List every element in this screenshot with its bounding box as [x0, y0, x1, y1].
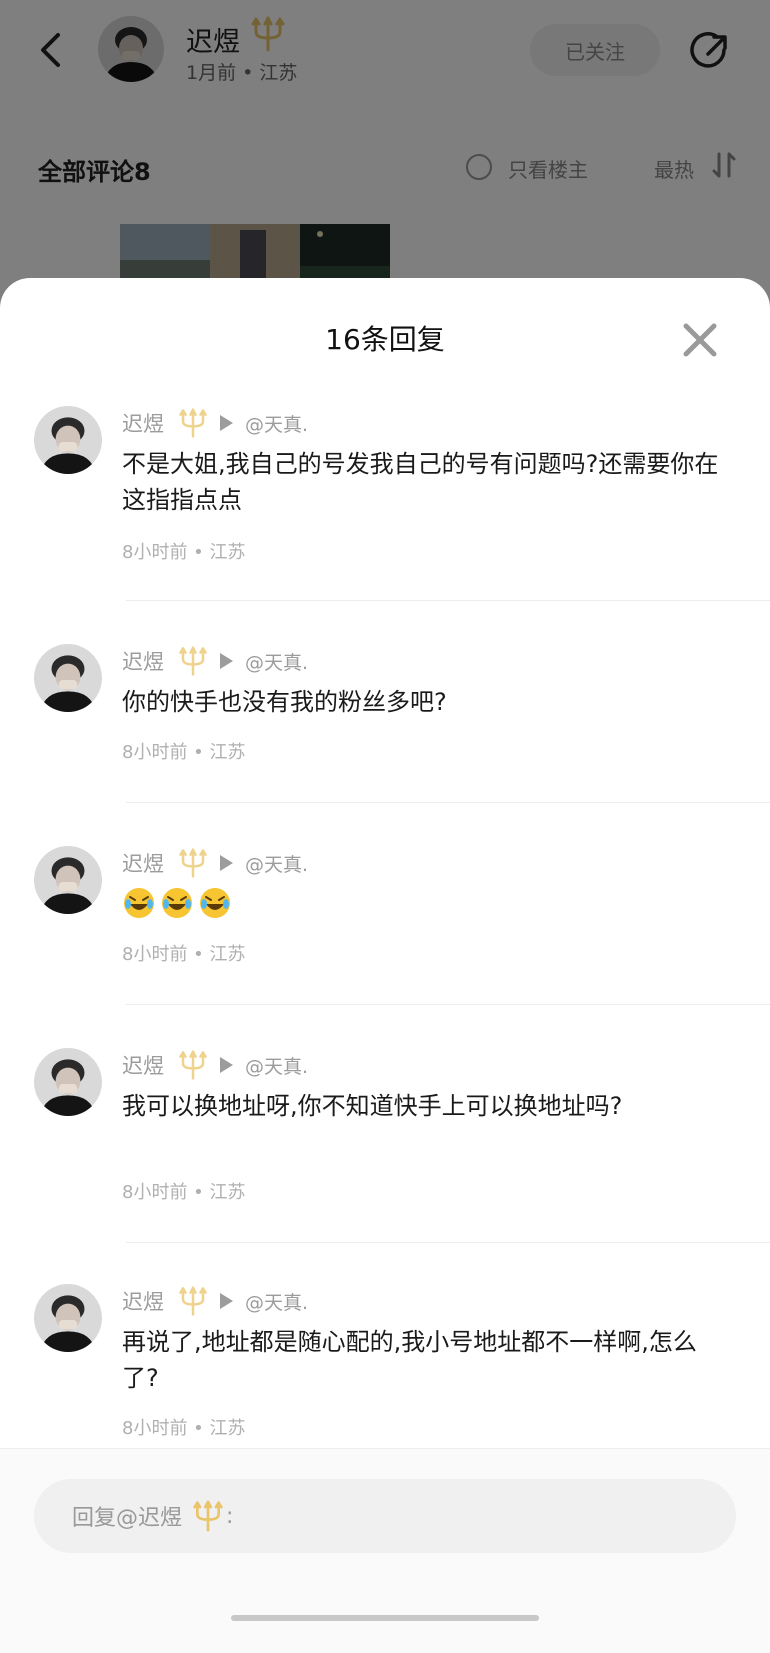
reply-target[interactable]: @天真. — [245, 850, 308, 877]
avatar[interactable] — [34, 406, 102, 474]
reply-header: 迟煜 @天真. — [122, 646, 308, 676]
reply-time-location: 8小时前 • 江苏 — [122, 1182, 246, 1203]
reply-target[interactable]: @天真. — [245, 410, 308, 437]
reply-text: 再说了,地址都是随心配的,我小号地址都不一样啊,怎么了? — [122, 1328, 697, 1392]
trident-badge-icon — [193, 1500, 223, 1532]
reply-username[interactable]: 迟煜 — [122, 408, 164, 438]
avatar[interactable] — [34, 1284, 102, 1352]
reply-emoji-row — [122, 886, 722, 920]
sheet-title: 16条回复 — [325, 323, 445, 356]
reply-text: 不是大姐,我自己的号发我自己的号有问题吗?还需要你在这指指点点 — [122, 450, 719, 514]
reply-item[interactable]: 迟煜 @天真. 不是大姐,我自己的号发我自己的号有问题吗?还需要你在这指指点点 … — [0, 404, 770, 602]
divider — [126, 802, 770, 803]
reply-username[interactable]: 迟煜 — [122, 646, 164, 676]
trident-badge-icon — [179, 1286, 207, 1316]
reply-arrow-icon — [220, 1293, 233, 1309]
reply-item[interactable]: 迟煜 @天真. 你的快手也没有我的粉丝多吧? 8小时前 • 江苏 — [0, 644, 770, 856]
reply-input-bar: 回复@迟煜 : — [0, 1448, 770, 1653]
laughing-crying-emoji-icon — [162, 888, 192, 918]
laughing-crying-emoji-icon — [200, 888, 230, 918]
reply-header: 迟煜 @天真. — [122, 1286, 308, 1316]
reply-arrow-icon — [220, 653, 233, 669]
close-icon[interactable] — [682, 322, 718, 358]
divider — [126, 1242, 770, 1243]
reply-username[interactable]: 迟煜 — [122, 848, 164, 878]
trident-badge-icon — [179, 1050, 207, 1080]
reply-target[interactable]: @天真. — [245, 1052, 308, 1079]
divider — [126, 600, 770, 601]
reply-arrow-icon — [220, 415, 233, 431]
reply-target[interactable]: @天真. — [245, 648, 308, 675]
reply-time-location: 8小时前 • 江苏 — [122, 542, 246, 563]
avatar[interactable] — [34, 1048, 102, 1116]
home-indicator — [231, 1615, 539, 1621]
reply-text: 我可以换地址呀,你不知道快手上可以换地址吗? — [122, 1092, 623, 1120]
reply-text: 你的快手也没有我的粉丝多吧? — [122, 688, 447, 716]
reply-arrow-icon — [220, 855, 233, 871]
divider — [126, 1004, 770, 1005]
avatar[interactable] — [34, 644, 102, 712]
reply-input-colon: : — [226, 1503, 234, 1529]
trident-badge-icon — [179, 408, 207, 438]
reply-username[interactable]: 迟煜 — [122, 1286, 164, 1316]
reply-arrow-icon — [220, 1057, 233, 1073]
reply-input-placeholder: 回复@迟煜 — [72, 1506, 183, 1531]
reply-username[interactable]: 迟煜 — [122, 1050, 164, 1080]
reply-item[interactable]: 迟煜 @天真. 我可以换地址呀,你不知道快手上可以换地址吗? 8小时前 • 江苏 — [0, 1048, 770, 1286]
reply-time-location: 8小时前 • 江苏 — [122, 1418, 246, 1439]
trident-badge-icon — [179, 646, 207, 676]
reply-header: 迟煜 @天真. — [122, 848, 308, 878]
reply-header: 迟煜 @天真. — [122, 408, 308, 438]
reply-item[interactable]: 迟煜 @天真. 8小时前 • 江苏 — [0, 846, 770, 1048]
reply-input[interactable]: 回复@迟煜 : — [34, 1479, 736, 1553]
reply-time-location: 8小时前 • 江苏 — [122, 742, 246, 763]
trident-badge-icon — [179, 848, 207, 878]
reply-list: 迟煜 @天真. 不是大姐,我自己的号发我自己的号有问题吗?还需要你在这指指点点 … — [0, 404, 770, 1484]
replies-sheet: 16条回复 迟煜 @天真. 不是大姐,我自己的号发我自己的号有问题吗?还需要你在… — [0, 278, 770, 1653]
avatar[interactable] — [34, 846, 102, 914]
reply-target[interactable]: @天真. — [245, 1288, 308, 1315]
laughing-crying-emoji-icon — [124, 888, 154, 918]
reply-time-location: 8小时前 • 江苏 — [122, 944, 246, 965]
reply-header: 迟煜 @天真. — [122, 1050, 308, 1080]
